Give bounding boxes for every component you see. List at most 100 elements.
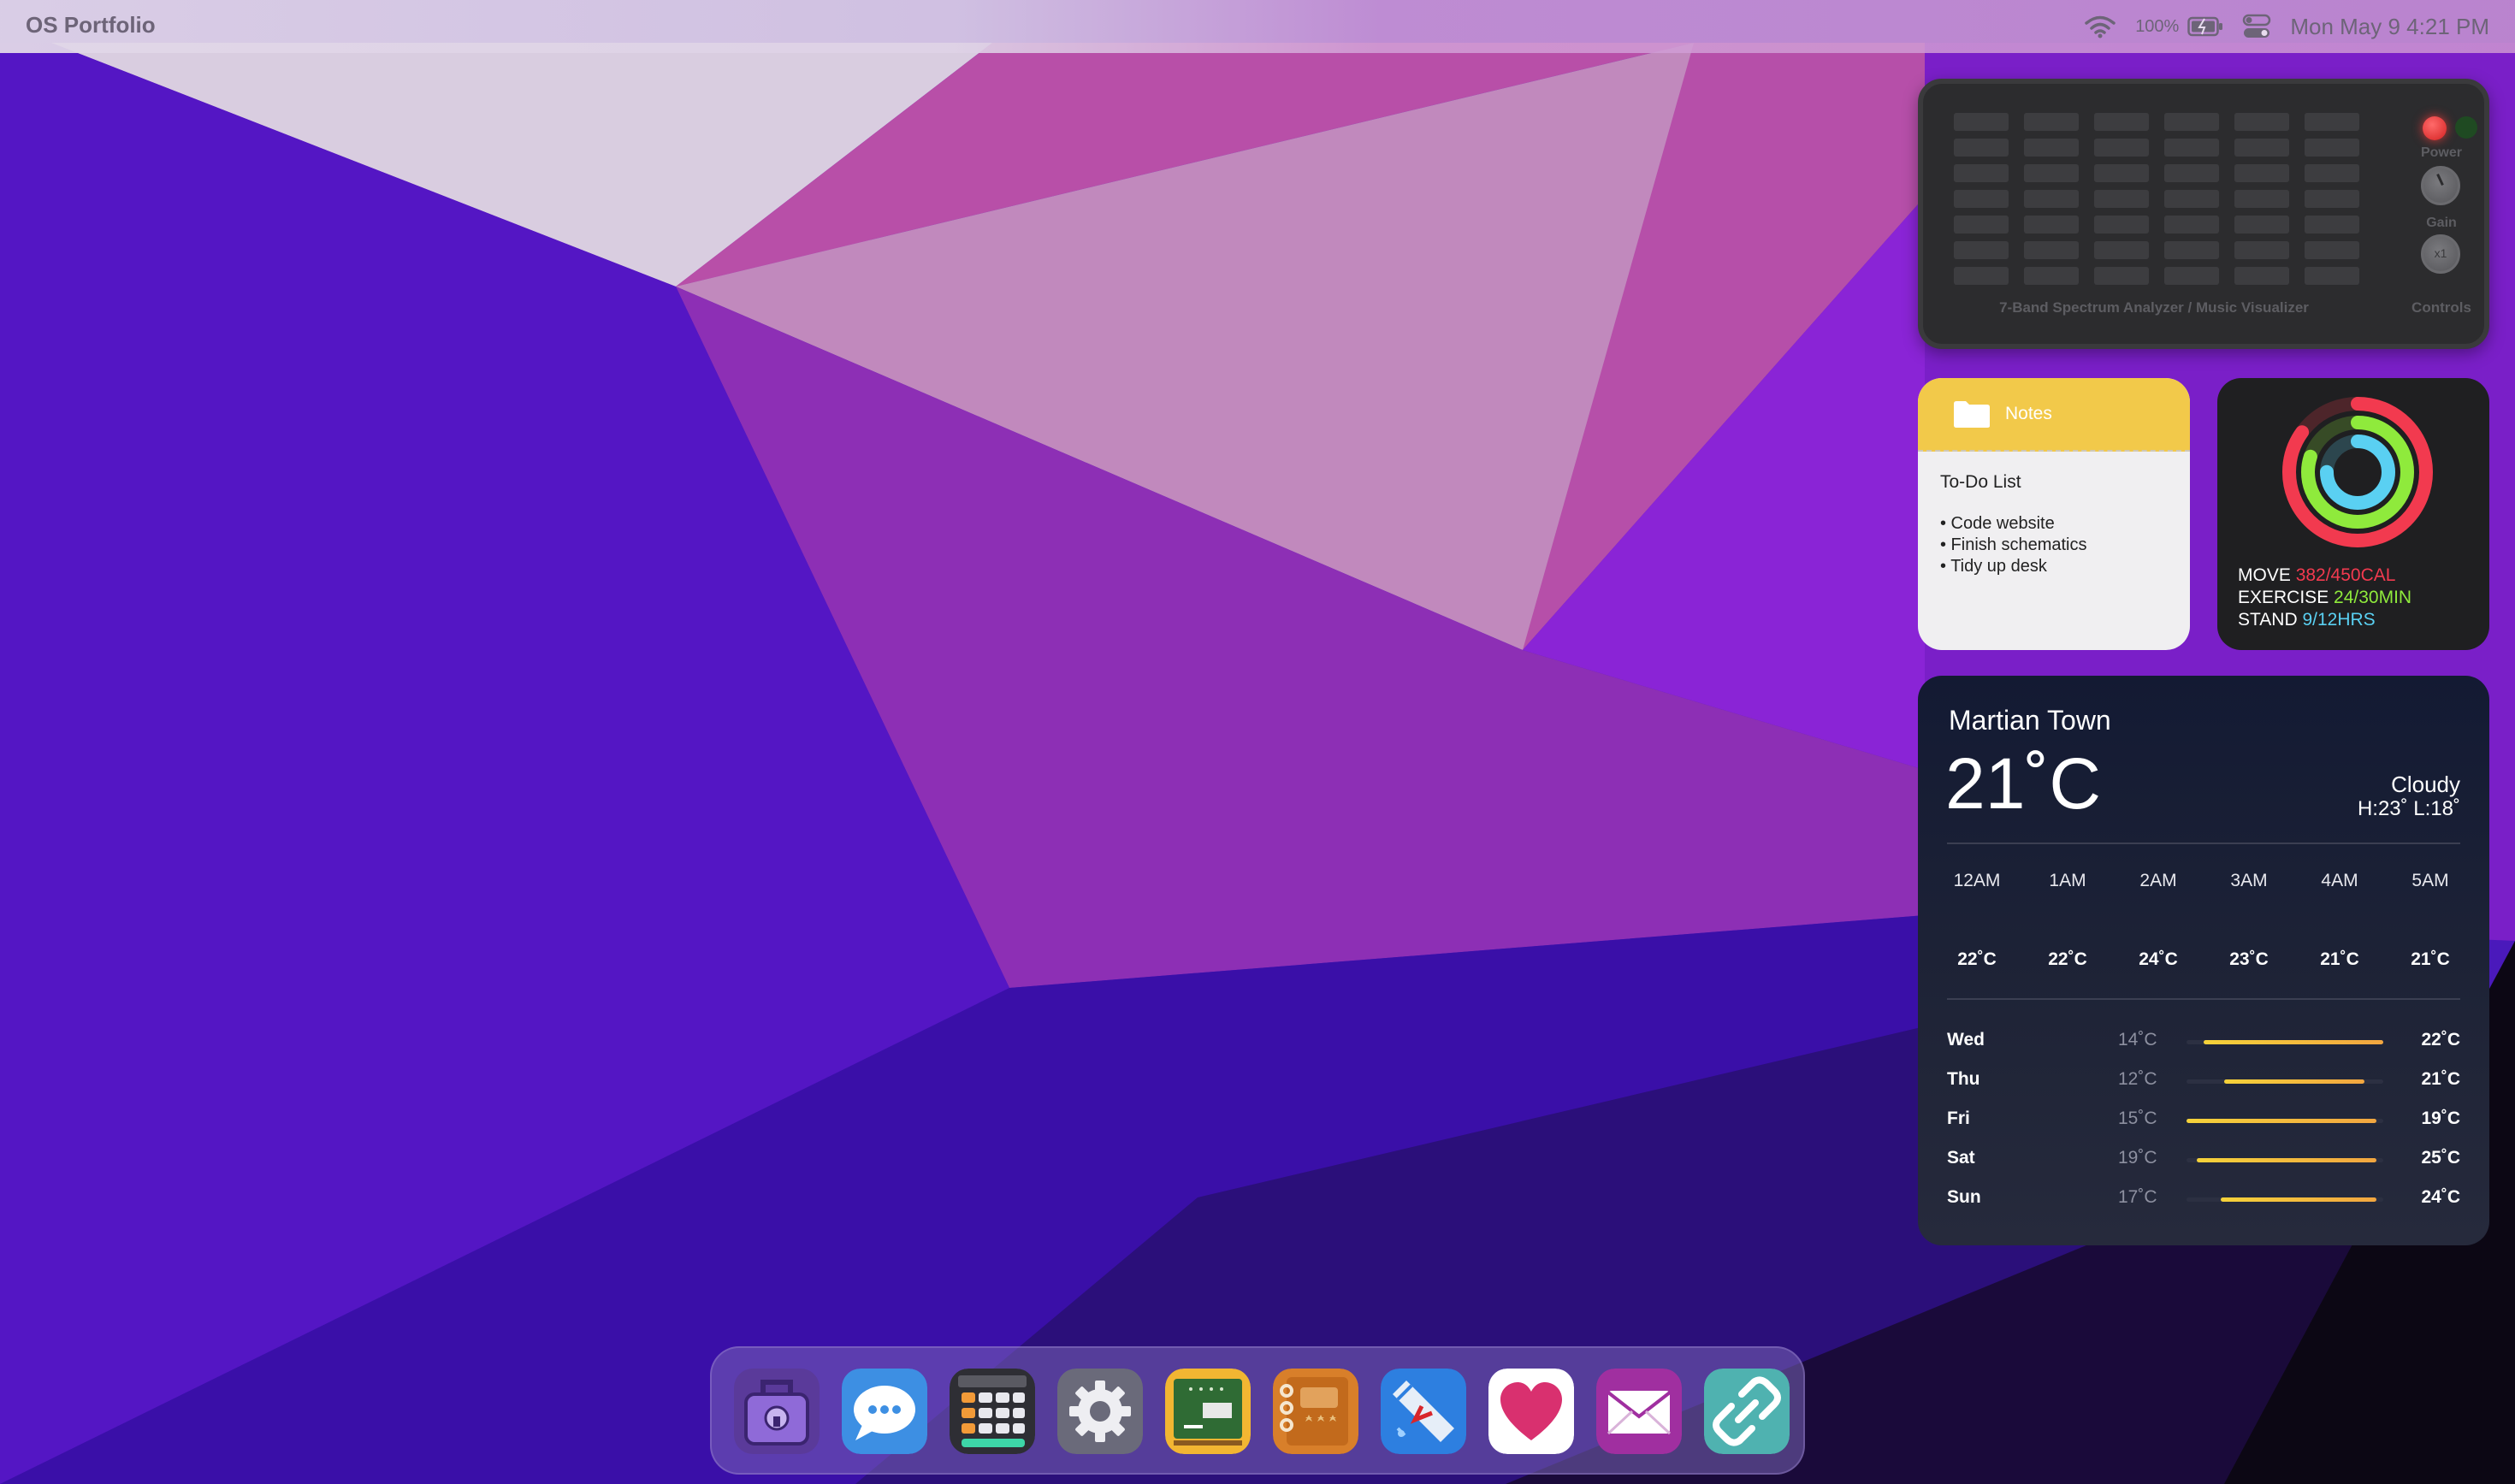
dock-app-health[interactable] [1488,1369,1574,1454]
spectrum-analyzer-widget: Power Gain x1 7-Band Spectrum Analyzer /… [1918,79,2489,349]
gain-label: Gain [2426,216,2457,230]
spectrum-cell [2234,216,2289,234]
spectrum-cell [2234,139,2289,157]
stand-label: STAND [2238,610,2298,630]
spectrum-bands [1954,113,2382,285]
temp-range-bar [2204,1040,2383,1044]
notes-widget[interactable]: Notes To-Do List • Code website • Finish… [1918,378,2190,650]
notebook-icon [1273,1369,1358,1454]
temp-range-track [2187,1119,2383,1123]
dock-app-link[interactable] [1704,1369,1790,1454]
spectrum-cell [2094,241,2149,259]
power-led-green[interactable] [2455,116,2477,139]
spectrum-cell [2164,113,2219,131]
gain-knob[interactable]: x1 [2421,234,2460,274]
day-low: 15˚C [2118,1109,2157,1128]
spectrum-band [2305,113,2359,285]
spectrum-band [2164,113,2219,285]
weather-condition: Cloudy [2391,772,2460,797]
spectrum-caption: 7-Band Spectrum Analyzer / Music Visuali… [1999,299,2309,316]
link-icon [1704,1369,1790,1454]
dock-app-blueprint[interactable] [1381,1369,1466,1454]
day-name: Wed [1947,1030,1985,1049]
wifi-icon[interactable] [2084,15,2116,38]
spectrum-cell [2024,139,2079,157]
daily-row: Sun 17˚C 24˚C [1947,1182,2460,1221]
settings-gear-icon [1057,1369,1143,1454]
dock-app-calculator[interactable] [950,1369,1035,1454]
exercise-label: EXERCISE [2238,588,2329,607]
dock-app-notebook[interactable] [1273,1369,1358,1454]
dock-app-chalkboard[interactable] [1165,1369,1251,1454]
list-item: • Finish schematics [1940,535,2087,554]
dock-app-messages[interactable] [842,1369,927,1454]
spectrum-cell [1954,241,2009,259]
day-name: Sat [1947,1148,1975,1168]
spectrum-cell [2234,267,2289,285]
hourly-item: 3AM 23˚C [2219,871,2279,970]
spectrum-cell [2305,216,2359,234]
day-name: Sun [1947,1187,1981,1207]
mail-icon [1596,1369,1682,1454]
hour-temp: 24˚C [2139,949,2178,969]
power-led-red[interactable] [2423,116,2447,140]
day-high: 25˚C [2421,1148,2460,1168]
spectrum-cell [2234,164,2289,182]
chalkboard-icon [1165,1369,1251,1454]
hour-time: 3AM [2230,871,2268,890]
dock-app-lock-case[interactable] [734,1369,820,1454]
move-label: MOVE [2238,565,2291,585]
list-item: • Code website [1940,514,2055,533]
hourly-forecast: 12AM 22˚C 1AM 22˚C 2AM 24˚C 3AM 23˚C 4AM 21˚C… [1947,871,2460,970]
notes-list: • Code website • Finish schematics • Tid… [1940,513,2087,577]
spectrum-cell [2164,139,2219,157]
spectrum-cell [2164,216,2219,234]
spectrum-cell [2094,216,2149,234]
control-center-icon[interactable] [2242,14,2271,39]
power-knob[interactable] [2421,166,2460,205]
hour-time: 4AM [2321,871,2358,890]
spectrum-cell [2305,241,2359,259]
daily-row: Sat 19˚C 25˚C [1947,1143,2460,1182]
folder-icon [1954,401,1990,428]
blueprint-icon [1381,1369,1466,1454]
day-low: 12˚C [2118,1069,2157,1089]
hourly-item: 2AM 24˚C [2128,871,2188,970]
spectrum-cell [2024,113,2079,131]
lock-case-icon [734,1369,820,1454]
app-title[interactable]: OS Portfolio [26,12,156,38]
day-high: 22˚C [2421,1030,2460,1049]
day-low: 14˚C [2118,1030,2157,1049]
temp-range-track [2187,1158,2383,1162]
spectrum-cell [2164,241,2219,259]
spectrum-cell [2164,164,2219,182]
dock-app-settings[interactable] [1057,1369,1143,1454]
weather-high-low: H:23˚ L:18˚ [2357,797,2460,820]
weather-city: Martian Town [1949,705,2111,736]
temp-range-track [2187,1197,2383,1202]
weather-widget[interactable]: Martian Town 21˚C Cloudy H:23˚ L:18˚ 12A… [1918,676,2489,1245]
spectrum-cell [2305,190,2359,208]
health-heart-icon [1488,1369,1574,1454]
menu-bar-status: 100% Mon May 9 4:21 PM [2084,0,2489,53]
hour-temp: 21˚C [2411,949,2450,969]
spectrum-cell [2164,267,2219,285]
spectrum-band [2234,113,2289,285]
day-name: Fri [1947,1109,1970,1128]
menu-bar-clock[interactable]: Mon May 9 4:21 PM [2290,14,2489,40]
list-item: • Tidy up desk [1940,557,2047,576]
dock [710,1346,1805,1475]
exercise-value: 24/30MIN [2334,588,2412,607]
spectrum-cell [2094,113,2149,131]
weather-current-temp: 21˚C [1945,743,2102,824]
spectrum-cell [2024,241,2079,259]
weather-divider [1947,843,2460,844]
day-high: 21˚C [2421,1069,2460,1089]
spectrum-band [1954,113,2009,285]
spectrum-cell [2094,267,2149,285]
battery-icon[interactable] [2187,16,2223,37]
activity-widget[interactable]: MOVE 382/450CAL EXERCISE 24/30MIN STAND … [2217,378,2489,650]
dock-app-mail[interactable] [1596,1369,1682,1454]
spectrum-cell [1954,139,2009,157]
activity-rings [2282,397,2433,547]
